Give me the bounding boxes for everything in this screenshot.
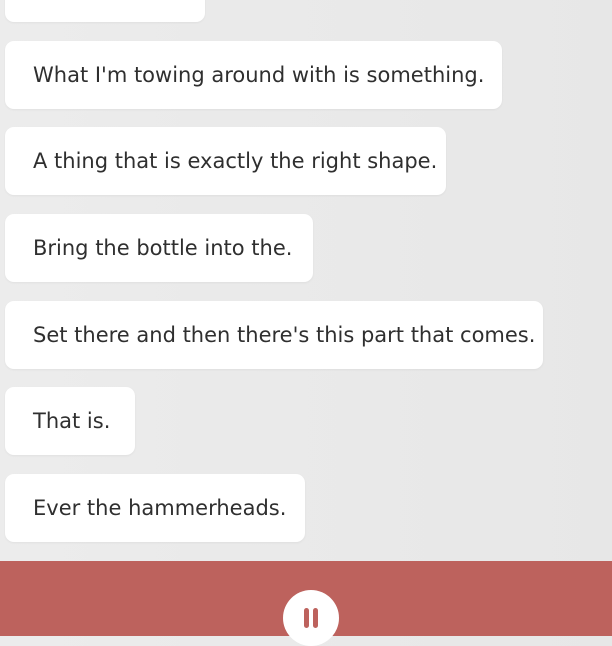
message-text: That is. <box>33 409 111 433</box>
message-text: Ever the hammerheads. <box>33 496 287 520</box>
message-text: A thing that is exactly the right shape. <box>33 149 438 173</box>
message-bubble: Set there and then there's this part tha… <box>5 301 543 369</box>
message-bubble: A thing that is exactly the right shape. <box>5 127 446 195</box>
message-text: Set there and then there's this part tha… <box>33 323 536 347</box>
message-bubble: Ever the hammerheads. <box>5 474 305 542</box>
message-text: Bring the bottle into the. <box>33 236 293 260</box>
transcript-list: What I'm towing around with is something… <box>0 0 612 561</box>
message-bubble: That is. <box>5 387 135 455</box>
message-bubble: Bring the bottle into the. <box>5 214 313 282</box>
pause-icon <box>304 608 318 628</box>
message-bubble <box>5 0 205 22</box>
message-text: What I'm towing around with is something… <box>33 63 485 87</box>
message-bubble: What I'm towing around with is something… <box>5 41 502 109</box>
pause-button[interactable] <box>283 590 339 646</box>
playback-control-bar <box>0 561 612 646</box>
